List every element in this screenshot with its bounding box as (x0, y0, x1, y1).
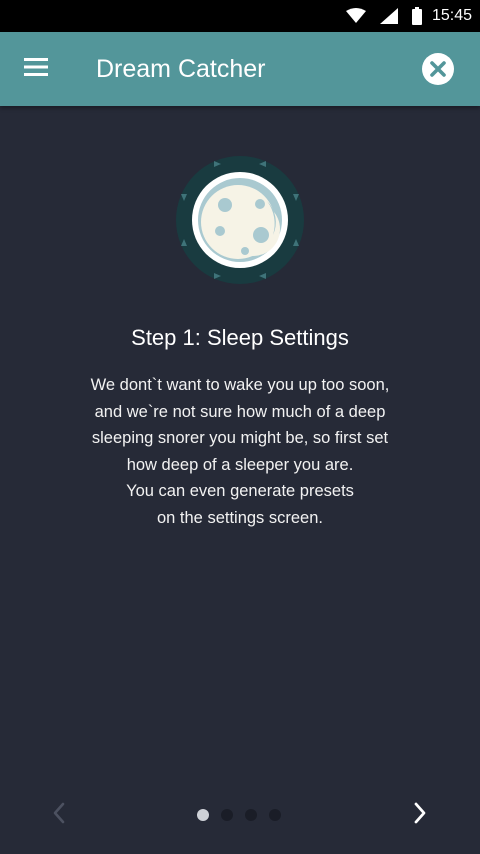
page-dot-2[interactable] (221, 809, 233, 821)
chevron-right-icon (413, 802, 427, 829)
description-line: sleeping snorer you might be, so first s… (91, 429, 389, 448)
hamburger-menu-icon (24, 57, 48, 81)
moon-icon (175, 156, 305, 289)
signal-icon (379, 8, 398, 24)
description-line: and we`re not sure how much of a deep (94, 402, 386, 421)
previous-button[interactable] (44, 800, 74, 830)
chevron-left-icon (52, 802, 66, 829)
page-dot-1[interactable] (197, 809, 209, 821)
status-icons: 15:45 (345, 0, 472, 32)
close-button[interactable] (422, 53, 454, 85)
status-time: 15:45 (431, 7, 472, 24)
page-indicator (197, 809, 293, 821)
step-description: We dont`t want to wake you up too soon, … (40, 372, 440, 532)
page-dot-4[interactable] (269, 809, 281, 821)
battery-icon (411, 7, 422, 25)
description-line: on the settings screen. (156, 508, 323, 527)
page-dot-3[interactable] (245, 809, 257, 821)
description-line: We dont`t want to wake you up too soon, (90, 376, 390, 394)
description-line: You can even generate presets (126, 482, 354, 501)
app-bar: Dream Catcher (0, 32, 480, 106)
status-bar: 15:45 (0, 0, 480, 32)
app-title: Dream Catcher (96, 55, 266, 83)
next-button[interactable] (405, 800, 435, 830)
menu-button[interactable] (14, 47, 58, 91)
step-title: Step 1: Sleep Settings (131, 325, 349, 350)
moon-illustration (175, 155, 305, 285)
close-circle-icon (422, 53, 454, 89)
description-line: how deep of a sleeper you are. (126, 455, 354, 474)
wifi-icon (345, 8, 366, 24)
